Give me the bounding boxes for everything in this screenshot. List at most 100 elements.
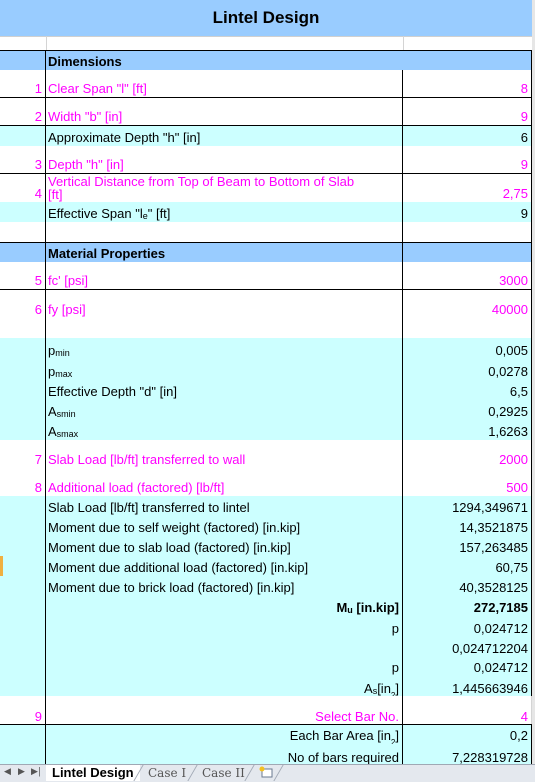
row-label: No of bars required	[46, 744, 403, 764]
as-value[interactable]: 1,445663946	[403, 676, 532, 697]
input-row-width: 2 Width "b" [in] 9	[0, 98, 535, 126]
first-sheet-icon[interactable]: ◀	[4, 767, 11, 777]
blank-row	[0, 222, 535, 243]
label-text: ]	[395, 728, 399, 743]
row-label	[46, 637, 403, 657]
row-number	[0, 657, 46, 676]
subscript: smax	[56, 429, 79, 439]
input-row-clear-span: 1 Clear Span "l" [ft] 8	[0, 70, 535, 98]
row-label: Asmin	[46, 400, 403, 420]
asmin-value[interactable]: 0,2925	[403, 400, 532, 420]
section-label[interactable]: Material Properties	[46, 243, 403, 262]
effective-depth-value[interactable]: 6,5	[403, 380, 532, 400]
empty-cell[interactable]	[403, 318, 532, 338]
row-number: 1	[0, 70, 46, 97]
tab-case-i[interactable]: Case I	[142, 765, 192, 781]
pmin-value[interactable]: 0,005	[403, 338, 532, 359]
moment-self-value[interactable]: 14,3521875	[403, 516, 532, 536]
row-number	[0, 556, 46, 576]
label-text: p	[48, 343, 56, 358]
calc-row-mu: Mu [in.kip] 272,7185	[0, 596, 535, 617]
bar-area-value[interactable]: 0,2	[403, 725, 532, 744]
input-row-depth: 3 Depth "h" [in] 9	[0, 146, 535, 174]
slab-load-lintel-value[interactable]: 1294,349671	[403, 496, 532, 516]
label-text: A	[48, 404, 57, 419]
tab-case-ii[interactable]: Case II	[196, 765, 251, 781]
gridline	[46, 36, 47, 50]
empty-cell[interactable]	[46, 222, 403, 243]
pmax-value[interactable]: 0,0278	[403, 359, 532, 380]
row-number	[0, 576, 46, 596]
calc-row-bars-required: No of bars required 7,228319728	[0, 744, 535, 764]
cell-number[interactable]	[0, 51, 46, 70]
tab-lintel-design[interactable]: Lintel Design	[46, 765, 140, 781]
row-label: Slab Load [lb/ft] transferred to wall	[46, 440, 403, 468]
mu-value[interactable]: 272,7185	[403, 596, 532, 616]
bar-no-input[interactable]: 4	[403, 696, 532, 725]
subscript: max	[55, 369, 73, 379]
cell-number[interactable]	[0, 243, 46, 262]
section-label[interactable]: Dimensions	[46, 51, 532, 70]
row-number: 6	[0, 290, 46, 318]
empty-cell[interactable]	[403, 243, 532, 262]
moment-slab-value[interactable]: 157,263485	[403, 536, 532, 556]
moment-additional-value[interactable]: 60,75	[403, 556, 532, 576]
empty-cell[interactable]	[0, 318, 46, 338]
row-label: Clear Span "l" [ft]	[46, 70, 403, 97]
calc-row-pmax: p max 0,0278	[0, 359, 535, 381]
additional-load-input[interactable]: 500	[403, 468, 532, 496]
subscript: min	[55, 348, 70, 358]
row-label: Slab Load [lb/ft] transferred to lintel	[46, 496, 403, 516]
empty-cell[interactable]	[403, 222, 532, 243]
width-input[interactable]: 9	[403, 98, 532, 125]
input-row-additional-load: 8 Additional load (factored) [lb/ft] 500	[0, 468, 535, 497]
effective-span-value[interactable]: 9	[403, 202, 532, 222]
row-label: Moment due to slab load (factored) [in.k…	[46, 536, 403, 556]
row-number	[0, 744, 46, 764]
empty-cell[interactable]	[46, 318, 403, 338]
label-text: [in	[377, 681, 391, 696]
row-number: 2	[0, 98, 46, 125]
row-label: p	[46, 616, 403, 637]
p-raw-value[interactable]: 0,024712204	[403, 637, 532, 657]
p-value[interactable]: 0,024712	[403, 616, 532, 637]
section-dimensions: Dimensions	[0, 50, 535, 71]
moment-brick-value[interactable]: 40,3528125	[403, 576, 532, 596]
row-label: p min	[46, 338, 403, 359]
bars-required-value[interactable]: 7,228319728	[403, 744, 532, 764]
approx-depth-value[interactable]: 6	[403, 126, 532, 146]
label-text: A	[364, 681, 373, 696]
row-label: Width "b" [in]	[46, 98, 403, 125]
fy-input[interactable]: 40000	[403, 290, 532, 318]
row-number	[0, 126, 46, 146]
next-sheet-icon[interactable]: ▶	[18, 767, 25, 777]
row-number	[0, 676, 46, 697]
row-number	[0, 536, 46, 556]
row-label: Approximate Depth "h" [in]	[46, 126, 403, 146]
slab-load-wall-input[interactable]: 2000	[403, 440, 532, 468]
vertical-distance-input[interactable]: 2,75	[403, 174, 532, 202]
label-text: M	[336, 600, 348, 615]
depth-input[interactable]: 9	[403, 146, 532, 173]
calc-row-effective-depth: Effective Depth "d" [in] 6,5	[0, 380, 535, 401]
fc-input[interactable]: 3000	[403, 262, 532, 289]
calc-row-p: p 0,024712	[0, 616, 535, 638]
clear-span-input[interactable]: 8	[403, 70, 532, 97]
row-number	[0, 359, 46, 380]
sheet-title[interactable]: Lintel Design	[0, 0, 532, 37]
row-number: 9	[0, 696, 46, 725]
calc-row-pmin: p min 0,005	[0, 338, 535, 360]
row-label: Asmax	[46, 420, 403, 440]
row-label: p max	[46, 359, 403, 380]
row-label: Mu [in.kip]	[46, 596, 403, 616]
row-label: Vertical Distance from Top of Beam to Bo…	[46, 174, 403, 202]
row-number	[0, 596, 46, 616]
last-sheet-icon[interactable]: ▶|	[31, 767, 41, 777]
section-material: Material Properties	[0, 242, 535, 263]
input-row-bar-no: 9 Select Bar No. 4	[0, 696, 535, 725]
calc-row-moment-self: Moment due to self weight (factored) [in…	[0, 516, 535, 537]
row-label: Depth "h" [in]	[46, 146, 403, 173]
empty-cell[interactable]	[0, 222, 46, 243]
p-final-value[interactable]: 0,024712	[403, 657, 532, 676]
asmax-value[interactable]: 1,6263	[403, 420, 532, 440]
